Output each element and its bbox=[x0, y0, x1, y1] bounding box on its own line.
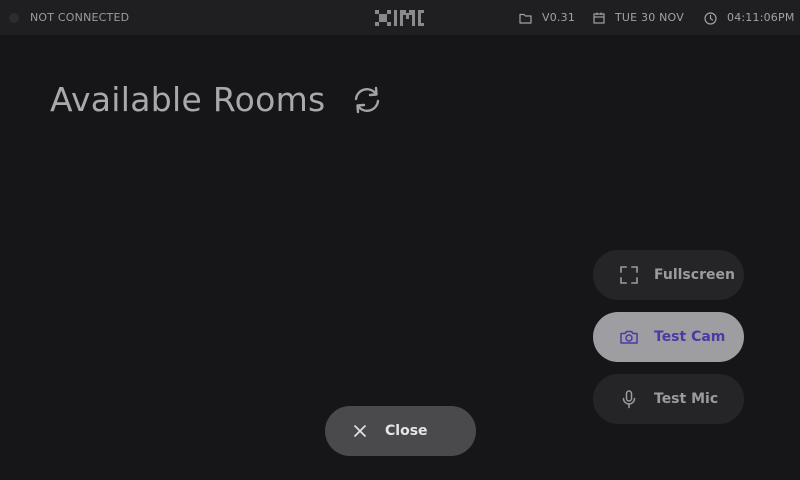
status-dot-icon bbox=[9, 13, 19, 23]
calendar-icon bbox=[593, 12, 605, 24]
top-bar: NOT CONNECTED V0.31 TUE 30 NOV 04:11:06P… bbox=[0, 0, 800, 35]
test-cam-button[interactable]: Test Cam bbox=[593, 312, 744, 362]
close-label: Close bbox=[385, 423, 428, 439]
test-cam-label: Test Cam bbox=[654, 329, 726, 345]
fullscreen-button[interactable]: Fullscreen bbox=[593, 250, 744, 300]
page-title: Available Rooms bbox=[50, 80, 326, 119]
camera-icon bbox=[620, 330, 638, 344]
version-text: V0.31 bbox=[542, 11, 576, 24]
close-button[interactable]: Close bbox=[325, 406, 476, 456]
date-indicator: TUE 30 NOV bbox=[593, 11, 684, 25]
time-indicator: 04:11:06PM bbox=[704, 11, 795, 25]
version-indicator: V0.31 bbox=[519, 11, 575, 25]
fullscreen-label: Fullscreen bbox=[654, 267, 735, 283]
close-icon bbox=[354, 425, 366, 437]
logo bbox=[375, 10, 424, 26]
date-text: TUE 30 NOV bbox=[615, 11, 684, 24]
connection-status: NOT CONNECTED bbox=[30, 11, 130, 24]
microphone-icon bbox=[622, 390, 636, 409]
folder-icon bbox=[519, 13, 532, 24]
test-mic-button[interactable]: Test Mic bbox=[593, 374, 744, 424]
fullscreen-icon bbox=[620, 266, 638, 284]
app-window: NOT CONNECTED V0.31 TUE 30 NOV 04:11:06P… bbox=[0, 0, 800, 480]
refresh-icon[interactable] bbox=[350, 85, 384, 115]
test-mic-label: Test Mic bbox=[654, 391, 719, 407]
time-text: 04:11:06PM bbox=[727, 11, 795, 24]
clock-icon bbox=[704, 11, 717, 25]
